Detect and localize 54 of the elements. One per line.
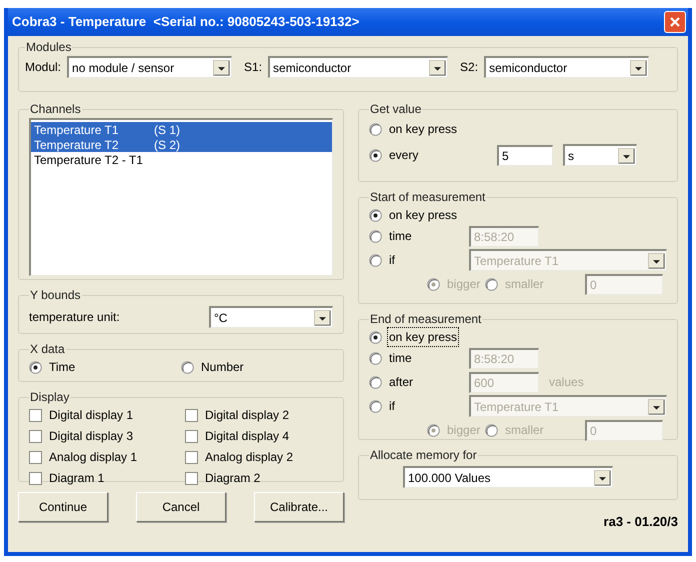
radio-button[interactable]: every <box>369 146 497 164</box>
dropdown-arrow-icon <box>648 398 665 414</box>
close-icon <box>669 16 681 28</box>
checkbox[interactable]: Diagram 1 <box>29 469 185 487</box>
channel-list[interactable]: Temperature T1 (S 1) Temperature T2 (S 2) Temperature T2 - T1 <box>29 118 333 276</box>
group-label: Channels <box>29 101 82 118</box>
radio-button[interactable]: Time <box>29 358 181 376</box>
field-label: S2: <box>460 59 478 76</box>
checkbox[interactable]: Digital display 3 <box>29 427 185 445</box>
group-label: Allocate memory for <box>369 447 478 464</box>
radio-button[interactable]: on key press <box>369 120 458 138</box>
field-label: temperature unit: <box>29 309 120 326</box>
group-label: Start of measurement <box>369 189 486 206</box>
dropdown-arrow-icon <box>429 60 446 76</box>
checkbox[interactable]: Digital display 2 <box>185 406 333 424</box>
checkbox[interactable]: Digital display 4 <box>185 427 333 445</box>
checkbox[interactable]: Digital display 1 <box>29 406 185 424</box>
dropdown-arrow-icon <box>314 310 331 326</box>
dropdown-arrow-icon <box>648 252 665 268</box>
field-label: Modul: <box>25 59 62 76</box>
radio-button[interactable]: Number <box>181 358 333 376</box>
radio-button[interactable]: on key press <box>369 206 458 224</box>
window-title: Cobra3 - Temperature <Serial no.: 90805243-503-19132> <box>12 13 360 32</box>
checkbox[interactable]: Diagram 2 <box>185 469 333 487</box>
group-label: End of measurement <box>369 311 482 328</box>
button[interactable]: Cancel <box>136 492 226 522</box>
input-field[interactable]: 5 <box>497 144 553 166</box>
radio-button[interactable]: on key press <box>369 328 458 346</box>
unit-label: values <box>549 374 584 391</box>
group-label: Modules <box>25 39 72 56</box>
dropdown[interactable]: semiconductor <box>268 56 448 78</box>
group-label: Get value <box>369 101 422 118</box>
list-item[interactable]: Temperature T2 (S 2) <box>31 137 332 152</box>
field-label: S1: <box>244 59 262 76</box>
dropdown[interactable]: semiconductor <box>484 56 650 78</box>
close-button[interactable] <box>664 11 686 33</box>
group-label: Display <box>29 389 70 406</box>
dropdown[interactable]: 100.000 Values <box>403 466 613 488</box>
group-label: Y bounds <box>29 287 82 304</box>
dropdown-arrow-icon <box>618 148 635 164</box>
dropdown-arrow-icon <box>630 60 648 76</box>
group-label: X data <box>29 341 66 358</box>
button[interactable]: Calibrate... <box>254 492 344 522</box>
dropdown-arrow-icon <box>594 470 611 486</box>
list-item[interactable]: Temperature T2 - T1 <box>31 152 332 167</box>
checkbox[interactable]: Analog display 2 <box>185 448 333 466</box>
dropdown[interactable]: no module / sensor <box>67 56 232 78</box>
dropdown[interactable]: °C <box>209 306 333 328</box>
dropdown[interactable]: s <box>563 144 637 166</box>
checkbox[interactable]: Analog display 1 <box>29 448 185 466</box>
button[interactable]: Continue <box>18 492 108 522</box>
version-label: ra3 - 01.20/3 <box>604 513 678 531</box>
list-item[interactable]: Temperature T1 (S 1) <box>31 122 332 137</box>
dropdown-arrow-icon <box>213 60 230 76</box>
